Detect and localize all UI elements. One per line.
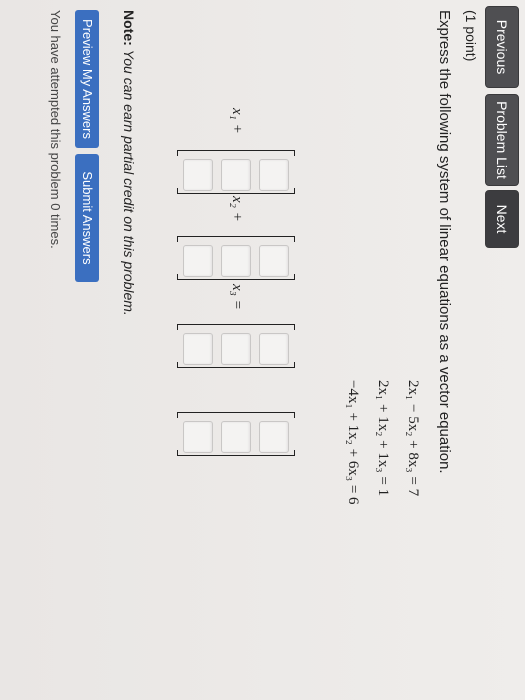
left-bracket bbox=[177, 236, 295, 242]
coefficient-vector-x2 bbox=[177, 236, 295, 280]
answer-input-r3-c3[interactable] bbox=[183, 333, 213, 365]
problem-prompt: Express the following system of linear e… bbox=[436, 10, 453, 474]
next-button[interactable]: Next bbox=[485, 190, 519, 248]
partial-credit-note: Note: You can earn partial credit on thi… bbox=[121, 10, 137, 316]
answer-input-r2-c1[interactable] bbox=[221, 159, 251, 191]
label-x1: x₁ + bbox=[229, 108, 245, 134]
answer-input-r3-c2[interactable] bbox=[183, 245, 213, 277]
problem-list-button[interactable]: Problem List bbox=[485, 94, 519, 186]
answer-input-r1-c3[interactable] bbox=[259, 333, 289, 365]
answer-input-r1-c4[interactable] bbox=[259, 421, 289, 453]
answer-input-r3-c4[interactable] bbox=[183, 421, 213, 453]
coefficient-vector-x3 bbox=[177, 324, 295, 368]
answer-input-r2-c3[interactable] bbox=[221, 333, 251, 365]
equation-2: 2x₁ + 1x₂ + 1x₃ = 1 bbox=[375, 380, 391, 497]
problem-page: Previous Problem List Next (1 point) Exp… bbox=[0, 0, 525, 700]
note-label: Note: bbox=[121, 10, 137, 46]
left-bracket bbox=[177, 412, 295, 418]
note-text: You can earn partial credit on this prob… bbox=[121, 49, 137, 316]
label-x2: x₂ + bbox=[229, 196, 245, 222]
answer-input-r2-c4[interactable] bbox=[221, 421, 251, 453]
answer-input-r3-c1[interactable] bbox=[183, 159, 213, 191]
answer-input-r2-c2[interactable] bbox=[221, 245, 251, 277]
previous-button[interactable]: Previous bbox=[485, 6, 519, 88]
label-x3: x₃ = bbox=[229, 284, 245, 310]
answer-input-r1-c2[interactable] bbox=[259, 245, 289, 277]
preview-answers-button[interactable]: Preview My Answers bbox=[75, 10, 99, 148]
coefficient-vector-x2-holder bbox=[257, 150, 375, 194]
submit-answers-button[interactable]: Submit Answers bbox=[75, 154, 99, 282]
equation-3: −4x₁ + 1x₂ + 6x₃ = 6 bbox=[345, 380, 361, 505]
equation-1: 2x₁ − 5x₂ + 8x₃ = 7 bbox=[405, 380, 421, 497]
left-bracket bbox=[177, 324, 295, 330]
point-value: (1 point) bbox=[463, 10, 479, 62]
constant-vector bbox=[177, 412, 295, 456]
attempts-status: You have attempted this problem 0 times. bbox=[48, 10, 63, 249]
